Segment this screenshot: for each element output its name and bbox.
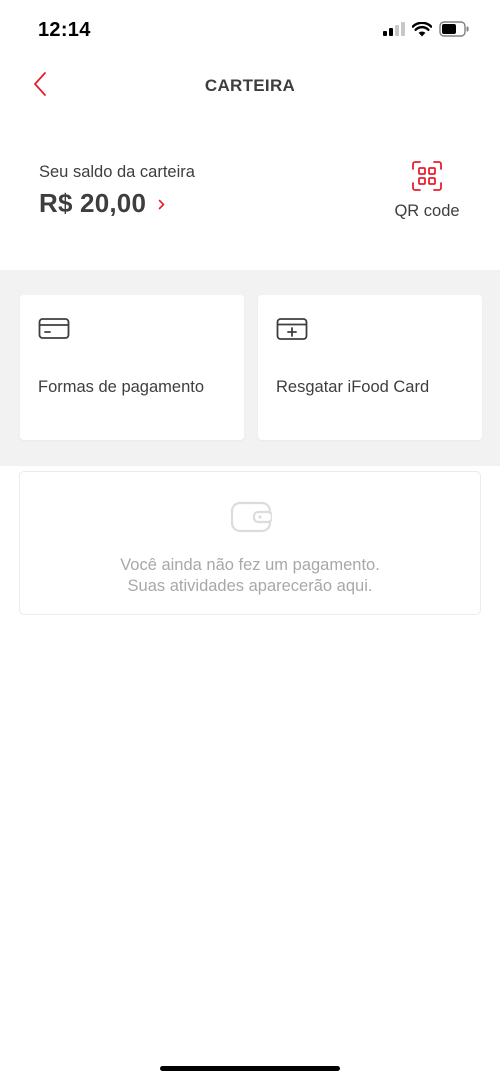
payment-actions-section: Formas de pagamento Resgatar iFood Card [0,270,500,466]
payment-methods-label: Formas de pagamento [38,378,205,396]
empty-activity-text: Você ainda não fez um pagamento. [120,556,380,574]
status-icons [383,21,470,37]
page-title: CARTEIRA [204,76,296,95]
balance-value: R$ 20,00 [39,188,147,218]
wallet-icon [230,501,272,533]
redeem-ifood-card[interactable]: Resgatar iFood Card [258,295,482,440]
home-indicator [160,1066,340,1071]
empty-activity-subtext: Suas atividades aparecerão aqui. [127,577,373,595]
wifi-icon [412,21,432,36]
cellular-signal-icon [383,22,405,36]
status-time: 12:14 [38,19,91,41]
balance-button[interactable]: R$ 20,00 [39,188,165,219]
card-add-icon [276,318,308,340]
payment-methods-card[interactable]: Formas de pagamento [20,295,244,440]
redeem-ifood-card-label: Resgatar iFood Card [276,378,430,396]
qr-code-label: QR code [394,202,460,220]
balance-label: Seu saldo da carteira [39,163,195,181]
chevron-right-icon [158,199,165,210]
qr-code-icon [412,161,442,191]
activity-empty-state: Você ainda não fez um pagamento. Suas at… [19,471,481,615]
battery-icon [439,21,469,37]
status-bar: 12:14 [0,0,500,60]
credit-card-icon [38,318,70,339]
qr-code-button[interactable]: QR code [384,158,470,228]
nav-bar: CARTEIRA [0,60,500,112]
